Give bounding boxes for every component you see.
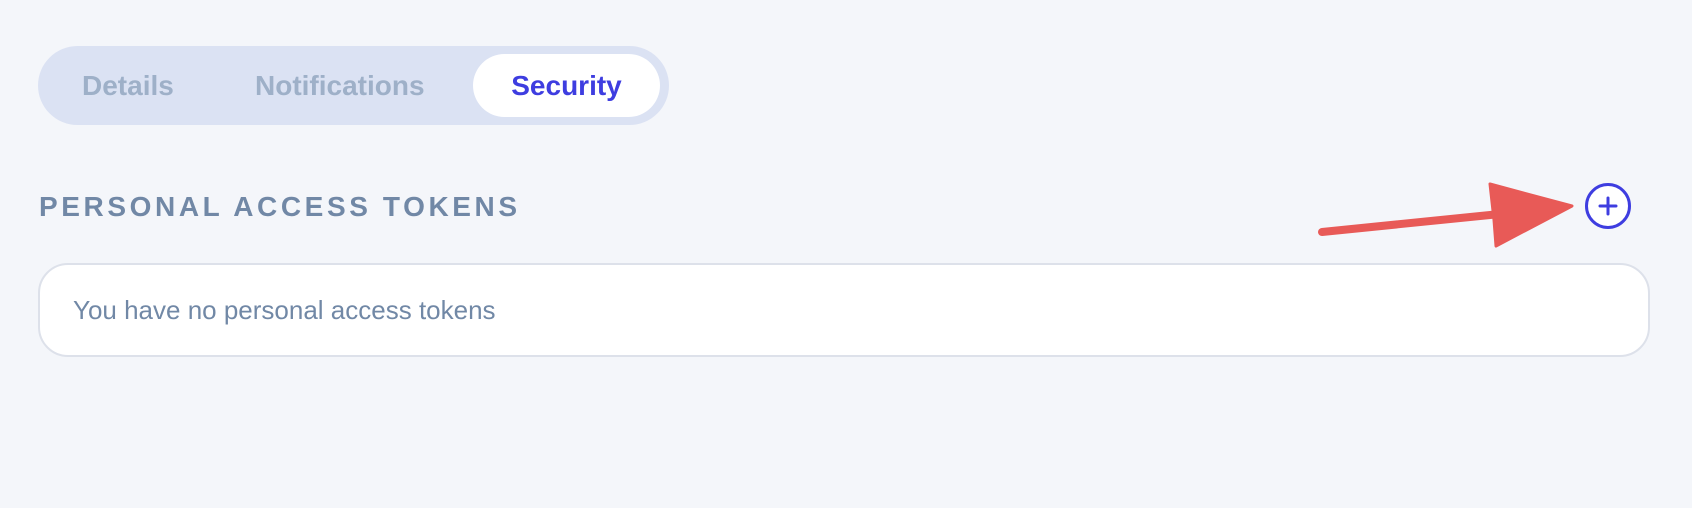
tokens-empty-card: You have no personal access tokens — [38, 263, 1650, 357]
tab-details[interactable]: Details — [82, 46, 174, 125]
tab-security[interactable]: Security — [473, 54, 660, 117]
add-token-button[interactable] — [1585, 183, 1631, 229]
section-title: PERSONAL ACCESS TOKENS — [39, 191, 521, 222]
arrow-right-icon — [1318, 182, 1574, 248]
empty-state-message: You have no personal access tokens — [73, 295, 496, 325]
tab-bar: Details Notifications Security — [38, 46, 669, 125]
plus-icon — [1598, 196, 1618, 216]
tab-notifications[interactable]: Notifications — [255, 46, 425, 125]
